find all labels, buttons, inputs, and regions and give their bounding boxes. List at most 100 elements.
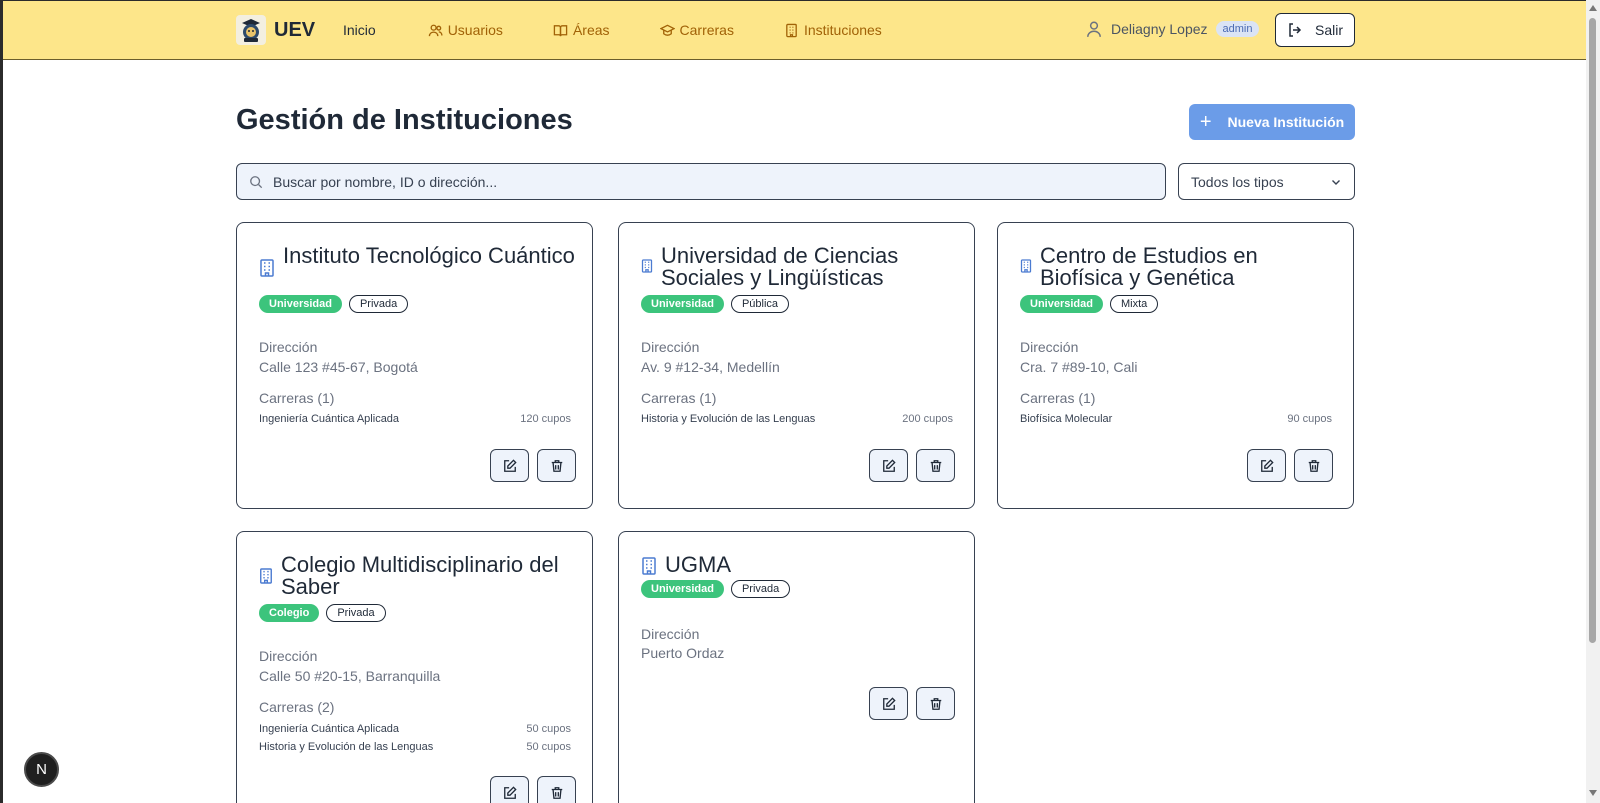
- card-actions: [869, 449, 955, 482]
- type-badge: Universidad: [1020, 295, 1103, 313]
- edit-icon: [882, 696, 896, 710]
- university-logo-icon: [236, 15, 266, 45]
- card-actions: [490, 776, 576, 803]
- trash-icon: [551, 459, 562, 472]
- type-badge: Colegio: [259, 604, 320, 622]
- delete-button[interactable]: [916, 449, 955, 482]
- card-badges: Universidad Pública: [641, 295, 790, 313]
- institution-card: Instituto Tecnológico Cuántico Universid…: [236, 222, 593, 509]
- users-icon: [428, 24, 443, 36]
- new-institution-label: Nueva Institución: [1227, 114, 1345, 130]
- card-header: UGMA: [641, 554, 965, 576]
- career-cupos: 50 cupos: [526, 723, 571, 735]
- type-filter-value: Todos los tipos: [1191, 173, 1284, 190]
- trash-icon: [930, 459, 941, 472]
- career-row: Historia y Evolución de las Lenguas 50 c…: [259, 741, 571, 753]
- nav-home[interactable]: Inicio: [343, 22, 376, 38]
- chevron-down-icon: [1332, 179, 1340, 185]
- career-name: Ingeniería Cuántica Aplicada: [259, 413, 400, 425]
- card-actions: [1247, 449, 1333, 482]
- scroll-down-arrow-icon[interactable]: [1589, 790, 1597, 796]
- address-label: Dirección: [1020, 339, 1079, 355]
- career-name: Historia y Evolución de las Lenguas: [259, 741, 434, 753]
- address-value: Puerto Ordaz: [641, 645, 725, 661]
- edit-button[interactable]: [490, 449, 529, 482]
- card-actions: [869, 687, 955, 720]
- logout-button[interactable]: Salir: [1275, 13, 1355, 47]
- nav-institutions-label: Instituciones: [803, 22, 882, 38]
- card-badges: Universidad Mixta: [1020, 295, 1159, 313]
- user-icon: [1087, 21, 1101, 37]
- delete-button[interactable]: [537, 776, 576, 803]
- institution-name: Centro de Estudios en Biofísica y Genéti…: [1040, 243, 1258, 290]
- nav-institutions[interactable]: Instituciones: [784, 22, 882, 38]
- career-row: Ingeniería Cuántica Aplicada 50 cupos: [259, 723, 571, 735]
- card-badges: Colegio Privada: [259, 604, 386, 622]
- sector-badge: Privada: [348, 295, 409, 313]
- careers-label: Carreras (2): [259, 699, 335, 715]
- nav-links: Inicio Usuarios Áreas Carreras Instituci…: [343, 22, 932, 38]
- address-value: Calle 123 #45-67, Bogotá: [259, 359, 418, 375]
- career-row: Biofísica Molecular 90 cupos: [1020, 413, 1332, 425]
- building-icon: [641, 259, 653, 273]
- dev-tools-badge[interactable]: N: [24, 752, 59, 787]
- nav-careers-label: Carreras: [679, 22, 734, 38]
- scroll-up-arrow-icon[interactable]: [1589, 5, 1597, 11]
- card-header: Universidad de Ciencias Sociales y Lingü…: [641, 245, 961, 289]
- card-actions: [490, 449, 576, 482]
- dev-tools-badge-label: N: [36, 761, 47, 778]
- edit-icon: [1260, 458, 1274, 472]
- career-name: Biofísica Molecular: [1020, 413, 1113, 425]
- building-icon: [1020, 259, 1032, 273]
- new-institution-button[interactable]: + Nueva Institución: [1189, 104, 1355, 140]
- sector-badge: Pública: [730, 295, 790, 313]
- nav-home-label: Inicio: [343, 22, 376, 38]
- address-label: Dirección: [641, 626, 700, 642]
- institution-name: UGMA: [665, 552, 731, 577]
- edit-button[interactable]: [869, 449, 908, 482]
- role-badge: admin: [1215, 21, 1260, 37]
- search-icon: [250, 175, 263, 188]
- nav-users-label: Usuarios: [447, 22, 503, 38]
- address-value: Calle 50 #20-15, Barranquilla: [259, 668, 441, 684]
- careers-label: Carreras (1): [259, 390, 335, 406]
- trash-icon: [930, 697, 941, 710]
- edit-button[interactable]: [869, 687, 908, 720]
- careers-label: Carreras (1): [1020, 390, 1096, 406]
- delete-button[interactable]: [916, 687, 955, 720]
- delete-button[interactable]: [537, 449, 576, 482]
- edit-icon: [503, 785, 517, 799]
- type-filter-select[interactable]: Todos los tipos: [1178, 163, 1355, 200]
- address-label: Dirección: [641, 339, 700, 355]
- career-name: Ingeniería Cuántica Aplicada: [259, 723, 400, 735]
- nav-users[interactable]: Usuarios: [428, 22, 503, 38]
- user-info: Deliagny Lopez admin: [1085, 20, 1260, 38]
- card-header: Centro de Estudios en Biofísica y Genéti…: [1020, 245, 1340, 289]
- card-header: Colegio Multidisciplinario del Saber: [259, 554, 581, 598]
- sector-badge: Privada: [326, 604, 386, 622]
- delete-button[interactable]: [1294, 449, 1333, 482]
- address-value: Av. 9 #12-34, Medellín: [641, 359, 780, 375]
- institution-name: Colegio Multidisciplinario del Saber: [281, 552, 559, 599]
- building-icon: [642, 557, 656, 575]
- institution-name: Universidad de Ciencias Sociales y Lingü…: [661, 243, 899, 290]
- career-name: Historia y Evolución de las Lenguas: [641, 413, 816, 425]
- search-input[interactable]: [273, 173, 1133, 190]
- edit-button[interactable]: [1247, 449, 1286, 482]
- nav-areas[interactable]: Áreas: [553, 22, 610, 38]
- institution-name: Instituto Tecnológico Cuántico: [283, 243, 575, 268]
- edit-button[interactable]: [490, 776, 529, 803]
- scroll-thumb[interactable]: [1589, 18, 1596, 643]
- institution-card: Centro de Estudios en Biofísica y Genéti…: [997, 222, 1354, 509]
- sector-badge: Privada: [730, 580, 791, 598]
- trash-icon: [551, 786, 562, 799]
- institution-card: UGMA Universidad Privada Dirección Puert…: [618, 531, 975, 803]
- building-icon: [786, 23, 797, 37]
- brand[interactable]: UEV: [236, 15, 315, 45]
- vertical-scrollbar[interactable]: [1586, 0, 1600, 803]
- search-box: [236, 163, 1166, 200]
- nav-areas-label: Áreas: [572, 22, 610, 38]
- building-icon: [260, 259, 274, 277]
- app-window: UEV Inicio Usuarios Áreas Carreras Insti…: [0, 0, 1586, 803]
- nav-careers[interactable]: Carreras: [659, 22, 734, 38]
